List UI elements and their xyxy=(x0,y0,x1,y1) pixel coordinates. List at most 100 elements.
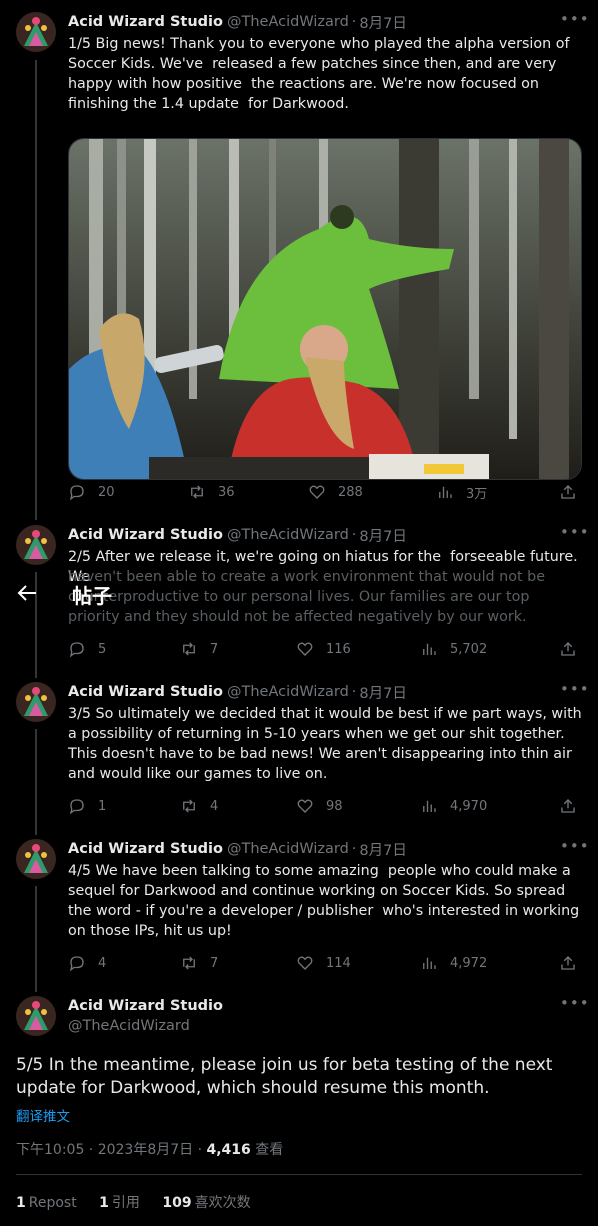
author-handle[interactable]: @TheAcidWizard xyxy=(227,527,349,543)
author-name[interactable]: Acid Wizard Studio xyxy=(68,998,223,1014)
views-button[interactable]: 4,970 xyxy=(420,796,487,816)
share-icon xyxy=(561,485,575,499)
reply-icon xyxy=(69,485,84,501)
tweet-header: Acid Wizard Studio xyxy=(68,996,223,1016)
tweet-actions: 20 36 288 3万 xyxy=(68,482,580,502)
views-button[interactable]: 3万 xyxy=(436,482,487,502)
quotes-stat[interactable]: 1 引用 xyxy=(99,1195,140,1211)
thread-line xyxy=(35,729,37,835)
heart-icon xyxy=(297,956,313,970)
author-handle[interactable]: @TheAcidWizard xyxy=(68,1018,190,1034)
tweet-actions: 1 4 98 4,970 xyxy=(68,796,580,816)
avatar[interactable] xyxy=(16,12,56,52)
views-count: 4,972 xyxy=(450,955,488,971)
reply-button[interactable]: 1 xyxy=(68,796,106,816)
retweet-button[interactable]: 36 xyxy=(188,482,235,502)
avatar[interactable] xyxy=(16,839,56,879)
more-options-icon[interactable]: ••• xyxy=(560,12,589,32)
tweet-date[interactable]: 8月7日 xyxy=(359,682,406,703)
reply-button[interactable]: 20 xyxy=(68,482,115,502)
author-name[interactable]: Acid Wizard Studio xyxy=(68,14,223,30)
views-count: 3万 xyxy=(466,486,488,502)
thread-line xyxy=(35,886,37,992)
reposts-stat[interactable]: 1 Repost xyxy=(16,1195,77,1211)
tweet-meta: 下午10:05 · 2023年8月7日 · 4,416 查看 xyxy=(16,1139,283,1159)
engagement-stats: 1 Repost 1 引用 109 喜欢次数 xyxy=(16,1192,251,1212)
avatar[interactable] xyxy=(16,996,56,1036)
quotes-count: 1 xyxy=(99,1195,109,1211)
tweet-photo[interactable] xyxy=(68,138,582,480)
more-options-icon[interactable]: ••• xyxy=(560,996,589,1016)
share-icon xyxy=(561,799,575,813)
retweet-count: 36 xyxy=(218,484,235,500)
reply-count: 5 xyxy=(98,641,107,657)
reposts-count: 1 xyxy=(16,1195,26,1211)
tweet-header: Acid Wizard Studio @TheAcidWizard · 8月7日 xyxy=(68,12,407,32)
views-button[interactable]: 4,972 xyxy=(420,953,487,973)
translate-link[interactable]: 翻译推文 xyxy=(16,1105,70,1125)
timestamp[interactable]: 下午10:05 · 2023年8月7日 · xyxy=(16,1142,207,1158)
views-label: 查看 xyxy=(255,1142,284,1158)
reply-count: 4 xyxy=(98,955,107,971)
tweet-header: Acid Wizard Studio @TheAcidWizard · 8月7日 xyxy=(68,682,407,702)
author-handle[interactable]: @TheAcidWizard xyxy=(227,684,349,700)
separator: · xyxy=(351,841,357,857)
tweet-text-faded: haven't been able to create a work envir… xyxy=(68,569,550,625)
avatar[interactable] xyxy=(16,682,56,722)
like-button[interactable]: 114 xyxy=(296,953,351,973)
tweet-date[interactable]: 8月7日 xyxy=(359,839,406,860)
heart-icon xyxy=(297,799,313,813)
retweet-button[interactable]: 7 xyxy=(180,953,218,973)
heart-icon xyxy=(297,642,313,656)
likes-stat[interactable]: 109 喜欢次数 xyxy=(162,1195,250,1211)
reply-count: 1 xyxy=(98,798,107,814)
divider xyxy=(16,1174,582,1175)
share-icon xyxy=(561,956,575,970)
avatar[interactable] xyxy=(16,525,56,565)
like-count: 114 xyxy=(326,955,351,971)
thread-line xyxy=(35,60,37,520)
tweet-date[interactable]: 8月7日 xyxy=(359,525,406,546)
reply-button[interactable]: 4 xyxy=(68,953,106,973)
reply-button[interactable]: 5 xyxy=(68,639,106,659)
author-name[interactable]: Acid Wizard Studio xyxy=(68,527,223,543)
retweet-count: 7 xyxy=(210,955,219,971)
more-options-icon[interactable]: ••• xyxy=(560,525,589,545)
more-options-icon[interactable]: ••• xyxy=(560,682,589,702)
tweet-actions: 5 7 116 5,702 xyxy=(68,639,580,659)
main-tweet-text: 5/5 In the meantime, please join us for … xyxy=(16,1055,553,1098)
tweet-actions: 4 7 114 4,972 xyxy=(68,953,580,973)
share-button[interactable] xyxy=(559,482,577,502)
reply-icon xyxy=(69,642,84,658)
retweet-icon xyxy=(183,956,195,970)
share-button[interactable] xyxy=(559,639,577,659)
tweet-date[interactable]: 8月7日 xyxy=(359,12,406,33)
like-button[interactable]: 288 xyxy=(308,482,363,502)
separator: · xyxy=(351,14,357,30)
like-button[interactable]: 116 xyxy=(296,639,351,659)
like-button[interactable]: 98 xyxy=(296,796,343,816)
author-handle[interactable]: @TheAcidWizard xyxy=(227,841,349,857)
views-icon xyxy=(423,957,436,969)
more-options-icon[interactable]: ••• xyxy=(560,839,589,859)
retweet-count: 4 xyxy=(210,798,219,814)
views-button[interactable]: 5,702 xyxy=(420,639,487,659)
retweet-count: 7 xyxy=(210,641,219,657)
share-button[interactable] xyxy=(559,796,577,816)
separator: · xyxy=(351,684,357,700)
back-arrow-icon[interactable] xyxy=(16,583,38,603)
views-icon xyxy=(423,643,436,655)
like-count: 116 xyxy=(326,641,351,657)
heart-icon xyxy=(309,485,325,499)
share-icon xyxy=(561,642,575,656)
author-handle[interactable]: @TheAcidWizard xyxy=(227,14,349,30)
retweet-button[interactable]: 7 xyxy=(180,639,218,659)
share-button[interactable] xyxy=(559,953,577,973)
views-count: 4,416 xyxy=(206,1142,251,1158)
views-icon xyxy=(423,800,436,812)
author-name[interactable]: Acid Wizard Studio xyxy=(68,684,223,700)
retweet-button[interactable]: 4 xyxy=(180,796,218,816)
retweet-icon xyxy=(191,485,203,499)
likes-count: 109 xyxy=(162,1195,192,1211)
author-name[interactable]: Acid Wizard Studio xyxy=(68,841,223,857)
